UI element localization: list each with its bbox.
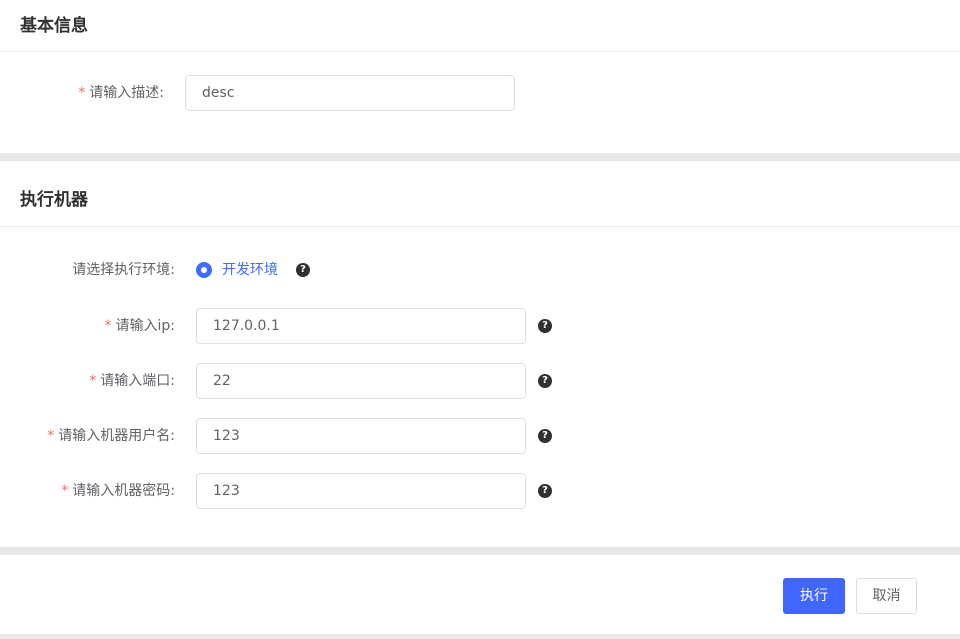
desc-row: * 请输入描述: [0, 75, 960, 111]
env-option-label: 开发环境 [222, 262, 278, 278]
required-mark: * [61, 483, 69, 499]
ip-input[interactable] [196, 308, 526, 344]
required-mark: * [89, 373, 97, 389]
port-label-text: 请输入端口: [100, 373, 175, 389]
username-label-text: 请输入机器用户名: [58, 428, 175, 444]
required-mark: * [104, 318, 112, 334]
basic-info-header: 基本信息 [0, 0, 960, 52]
env-label: 请选择执行环境: [72, 262, 175, 278]
footer-card: 执行 取消 [0, 555, 960, 634]
question-circle-icon[interactable]: ? [538, 374, 552, 388]
required-mark: * [47, 428, 55, 444]
username-input[interactable] [196, 418, 526, 454]
execute-button[interactable]: 执行 [783, 578, 845, 614]
machine-card: 执行机器 请选择执行环境: 开发环境 ? *请输入ip: ? *请输入端口: ?… [0, 161, 960, 547]
port-input[interactable] [196, 363, 526, 399]
ip-label: * 请输入ip: [105, 308, 176, 344]
port-row: *请输入端口: ? [0, 363, 960, 399]
question-circle-icon[interactable]: ? [296, 263, 310, 277]
radio-checked-icon [196, 262, 212, 278]
ip-row: *请输入ip: ? [0, 308, 960, 344]
desc-input[interactable] [185, 75, 515, 111]
machine-header: 执行机器 [0, 161, 960, 227]
desc-label: * 请输入描述: [78, 75, 164, 111]
machine-title: 执行机器 [20, 190, 88, 210]
password-label: * 请输入机器密码: [61, 473, 175, 509]
ip-label-text: 请输入ip: [115, 318, 176, 334]
username-row: *请输入机器用户名: ? [0, 418, 960, 454]
question-circle-icon[interactable]: ? [538, 429, 552, 443]
required-mark: * [78, 85, 86, 101]
basic-info-title: 基本信息 [20, 16, 88, 36]
port-label: * 请输入端口: [89, 363, 175, 399]
username-label: * 请输入机器用户名: [47, 418, 175, 454]
env-row: 请选择执行环境: 开发环境 ? [0, 252, 960, 288]
basic-info-card: 基本信息 * 请输入描述: [0, 0, 960, 153]
cancel-button[interactable]: 取消 [856, 578, 917, 614]
password-label-text: 请输入机器密码: [72, 483, 175, 499]
password-input[interactable] [196, 473, 526, 509]
question-circle-icon[interactable]: ? [538, 484, 552, 498]
question-circle-icon[interactable]: ? [538, 319, 552, 333]
password-row: *请输入机器密码: ? [0, 473, 960, 509]
env-radio-dev[interactable]: 开发环境 [196, 262, 278, 278]
desc-label-text: 请输入描述: [89, 85, 164, 101]
